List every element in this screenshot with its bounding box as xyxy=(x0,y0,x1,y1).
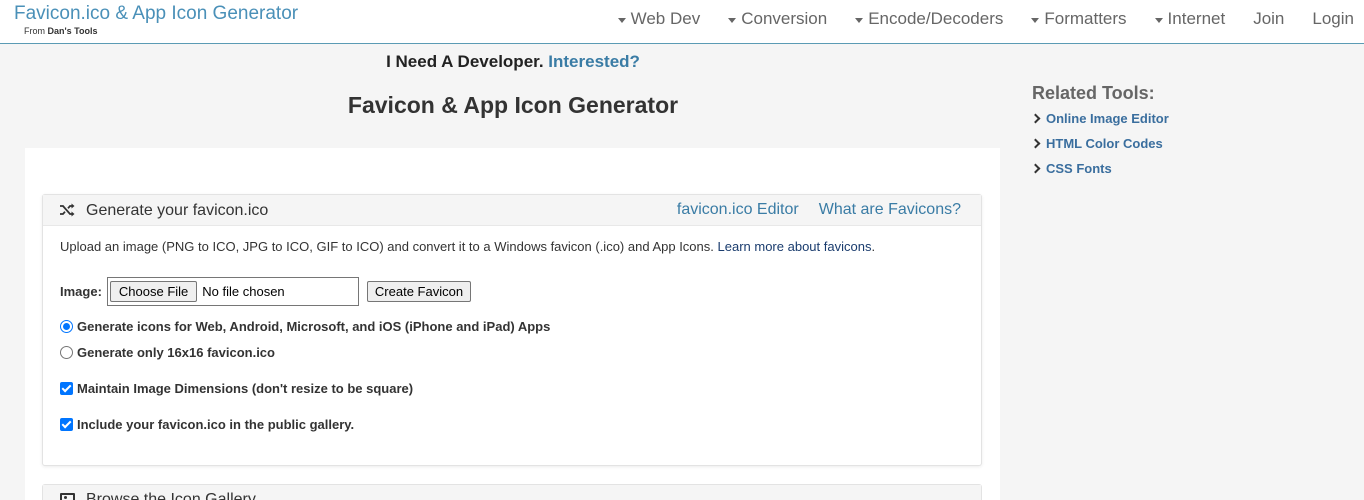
nav-web-dev[interactable]: Web Dev xyxy=(617,9,701,29)
nav-internet[interactable]: Internet xyxy=(1154,9,1226,29)
checkbox-public-gallery[interactable] xyxy=(60,418,73,431)
nav-login[interactable]: Login xyxy=(1312,9,1354,29)
option-16x16-only[interactable]: Generate only 16x16 favicon.ico xyxy=(60,345,275,360)
chevron-right-icon xyxy=(1030,138,1041,149)
caret-down-icon xyxy=(855,17,864,23)
chevron-right-icon xyxy=(1030,113,1041,124)
generator-panel: Generate your favicon.ico favicon.ico Ed… xyxy=(42,194,982,466)
nav-formatters[interactable]: Formatters xyxy=(1031,9,1127,29)
main-nav: Web Dev Conversion Encode/Decoders Forma… xyxy=(590,0,1354,38)
nav-label: Join xyxy=(1253,9,1285,28)
caret-down-icon xyxy=(617,17,626,23)
related-tools-title: Related Tools: xyxy=(1032,83,1155,103)
brand-source[interactable]: Dan's Tools xyxy=(48,26,98,36)
promo-text: I Need A Developer. xyxy=(386,52,544,71)
learn-more-link[interactable]: Learn more about favicons xyxy=(718,239,872,254)
option-label: Maintain Image Dimensions (don't resize … xyxy=(77,381,414,396)
related-tool-item[interactable]: CSS Fonts xyxy=(1030,161,1332,176)
favicon-editor-link[interactable]: favicon.ico Editor xyxy=(677,201,799,219)
shuffle-icon xyxy=(60,203,75,217)
nav-label: Formatters xyxy=(1044,9,1127,28)
nav-label: Login xyxy=(1312,9,1354,28)
related-tool-link[interactable]: Online Image Editor xyxy=(1046,111,1169,126)
brand-title[interactable]: Favicon.ico & App Icon Generator xyxy=(14,3,298,25)
related-tool-link[interactable]: CSS Fonts xyxy=(1046,161,1112,176)
page-title: Favicon & App Icon Generator xyxy=(347,92,679,118)
nav-label: Web Dev xyxy=(630,9,701,28)
intro-sentence: Upload an image (PNG to ICO, JPG to ICO,… xyxy=(60,239,714,254)
brand-subtitle: From Dan's Tools xyxy=(24,26,298,36)
top-navbar: Favicon.ico & App Icon Generator From Da… xyxy=(0,0,1364,44)
checkbox-maintain-dimensions[interactable] xyxy=(60,382,73,395)
panel-links: favicon.ico Editor What are Favicons? xyxy=(657,201,961,219)
related-tools-sidebar: Related Tools: Online Image Editor HTML … xyxy=(1030,83,1332,186)
radio-16x16-only[interactable] xyxy=(60,346,73,359)
promo-link[interactable]: Interested? xyxy=(548,52,640,71)
option-maintain-dimensions[interactable]: Maintain Image Dimensions (don't resize … xyxy=(60,381,413,396)
brand[interactable]: Favicon.ico & App Icon Generator From Da… xyxy=(14,3,298,36)
image-icon xyxy=(60,493,75,500)
related-tool-item[interactable]: Online Image Editor xyxy=(1030,111,1332,126)
gallery-panel: Browse the Icon Gallery xyxy=(42,484,982,500)
caret-down-icon xyxy=(1031,17,1040,23)
option-label: Include your favicon.ico in the public g… xyxy=(77,417,355,432)
nav-label: Conversion xyxy=(741,9,828,28)
option-label: Generate icons for Web, Android, Microso… xyxy=(77,319,551,334)
what-are-favicons-link[interactable]: What are Favicons? xyxy=(819,201,961,219)
panel-header: Generate your favicon.ico favicon.ico Ed… xyxy=(43,195,981,226)
nav-encode-decoders[interactable]: Encode/Decoders xyxy=(855,9,1003,29)
related-tool-link[interactable]: HTML Color Codes xyxy=(1046,136,1163,151)
caret-down-icon xyxy=(1154,17,1163,23)
caret-down-icon xyxy=(728,17,737,23)
nav-label: Internet xyxy=(1167,9,1226,28)
nav-label: Encode/Decoders xyxy=(868,9,1004,28)
gallery-panel-title: Browse the Icon Gallery xyxy=(86,491,256,500)
nav-join[interactable]: Join xyxy=(1253,9,1284,29)
file-input[interactable]: Choose File No file chosen xyxy=(106,277,359,306)
developer-promo: I Need A Developer. Interested? xyxy=(0,52,1026,72)
image-upload-row: Image: Choose File No file chosen Create… xyxy=(60,277,472,306)
panel-body: Upload an image (PNG to ICO, JPG to ICO,… xyxy=(60,239,964,432)
file-status: No file chosen xyxy=(202,284,285,299)
related-tool-item[interactable]: HTML Color Codes xyxy=(1030,136,1332,151)
choose-file-button[interactable]: Choose File xyxy=(109,281,198,302)
create-favicon-button[interactable]: Create Favicon xyxy=(366,281,472,302)
option-label: Generate only 16x16 favicon.ico xyxy=(77,345,275,360)
gallery-panel-header[interactable]: Browse the Icon Gallery xyxy=(43,485,981,500)
nav-conversion[interactable]: Conversion xyxy=(728,9,827,29)
option-all-platforms[interactable]: Generate icons for Web, Android, Microso… xyxy=(60,319,550,334)
brand-from: From xyxy=(24,26,45,36)
image-label: Image: xyxy=(60,284,102,299)
radio-all-platforms[interactable] xyxy=(60,320,73,333)
panel-title: Generate your favicon.ico xyxy=(86,202,269,219)
option-public-gallery[interactable]: Include your favicon.ico in the public g… xyxy=(60,417,354,432)
intro-text: Upload an image (PNG to ICO, JPG to ICO,… xyxy=(60,239,876,254)
chevron-right-icon xyxy=(1030,163,1041,174)
